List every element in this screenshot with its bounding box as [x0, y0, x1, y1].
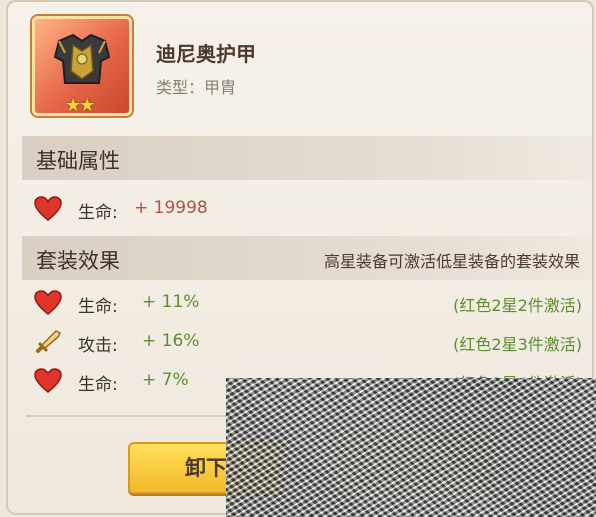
set-stat-row: 生命: + 11% (红色2星2件激活)	[34, 290, 592, 318]
item-type: 类型：甲胄	[156, 78, 237, 97]
stat-value: + 16%	[142, 331, 200, 351]
base-stat-row: 生命: + 19998	[34, 196, 592, 224]
item-portrait: ★★	[32, 16, 132, 116]
set-effect-header: 套装效果 高星装备可激活低星装备的套装效果	[22, 236, 592, 280]
stat-value: + 11%	[142, 292, 200, 312]
stat-label: 生命:	[78, 375, 118, 395]
stat-value: + 7%	[142, 370, 189, 390]
base-stats-header: 基础属性	[22, 136, 592, 180]
stat-value: + 19998	[134, 198, 208, 218]
sword-icon	[36, 330, 62, 353]
stat-condition: (红色2星3件激活)	[453, 335, 582, 354]
stat-condition: (红色2星2件激活)	[453, 296, 582, 315]
stat-label: 生命:	[78, 297, 118, 317]
stat-label: 生命:	[78, 203, 118, 223]
heart-icon	[34, 368, 62, 393]
set-effect-note: 高星装备可激活低星装备的套装效果	[323, 252, 580, 271]
set-stat-row: 攻击: + 16% (红色2星3件激活)	[34, 329, 592, 357]
heart-icon	[34, 196, 62, 221]
armor-icon	[53, 33, 111, 84]
star-rating: ★★	[65, 95, 95, 116]
base-stats-title: 基础属性	[36, 149, 120, 173]
item-name: 迪尼奥护甲	[156, 42, 256, 66]
heart-icon	[34, 290, 62, 315]
noise-overlay-texture	[226, 378, 596, 517]
set-effect-title: 套装效果	[36, 249, 120, 273]
stat-label: 攻击:	[78, 336, 118, 356]
